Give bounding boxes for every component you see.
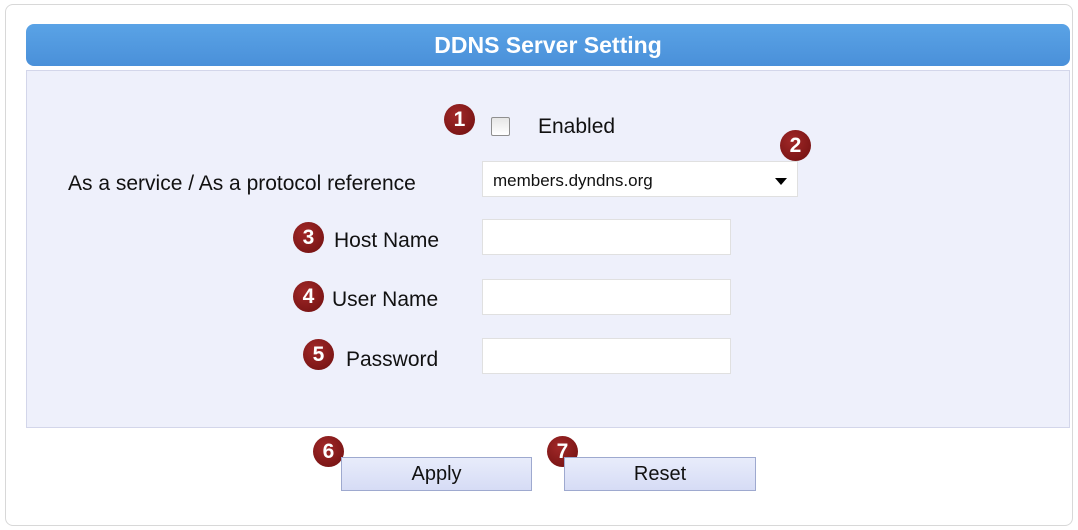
enabled-checkbox[interactable] — [491, 117, 510, 136]
apply-button[interactable]: Apply — [341, 457, 532, 491]
section-title: DDNS Server Setting — [434, 32, 662, 58]
callout-badge-4: 4 — [293, 281, 324, 312]
service-select[interactable]: members.dyndns.org — [482, 161, 798, 197]
callout-badge-3: 3 — [293, 222, 324, 253]
service-select-value: members.dyndns.org — [493, 171, 653, 190]
dropdown-arrow-icon — [775, 178, 787, 185]
user-name-input[interactable] — [482, 279, 731, 315]
service-label: As a service / As a protocol reference — [68, 172, 416, 195]
password-label: Password — [346, 348, 439, 371]
reset-button[interactable]: Reset — [564, 457, 756, 491]
user-name-label: User Name — [332, 288, 439, 311]
callout-badge-5: 5 — [303, 339, 334, 370]
password-input[interactable] — [482, 338, 731, 374]
callout-badge-6: 6 — [313, 436, 344, 467]
callout-badge-1: 1 — [444, 104, 475, 135]
host-name-label: Host Name — [334, 229, 440, 252]
callout-badge-2: 2 — [780, 130, 811, 161]
section-header: DDNS Server Setting — [26, 24, 1070, 66]
host-name-input[interactable] — [482, 219, 731, 255]
enabled-label: Enabled — [538, 115, 616, 138]
